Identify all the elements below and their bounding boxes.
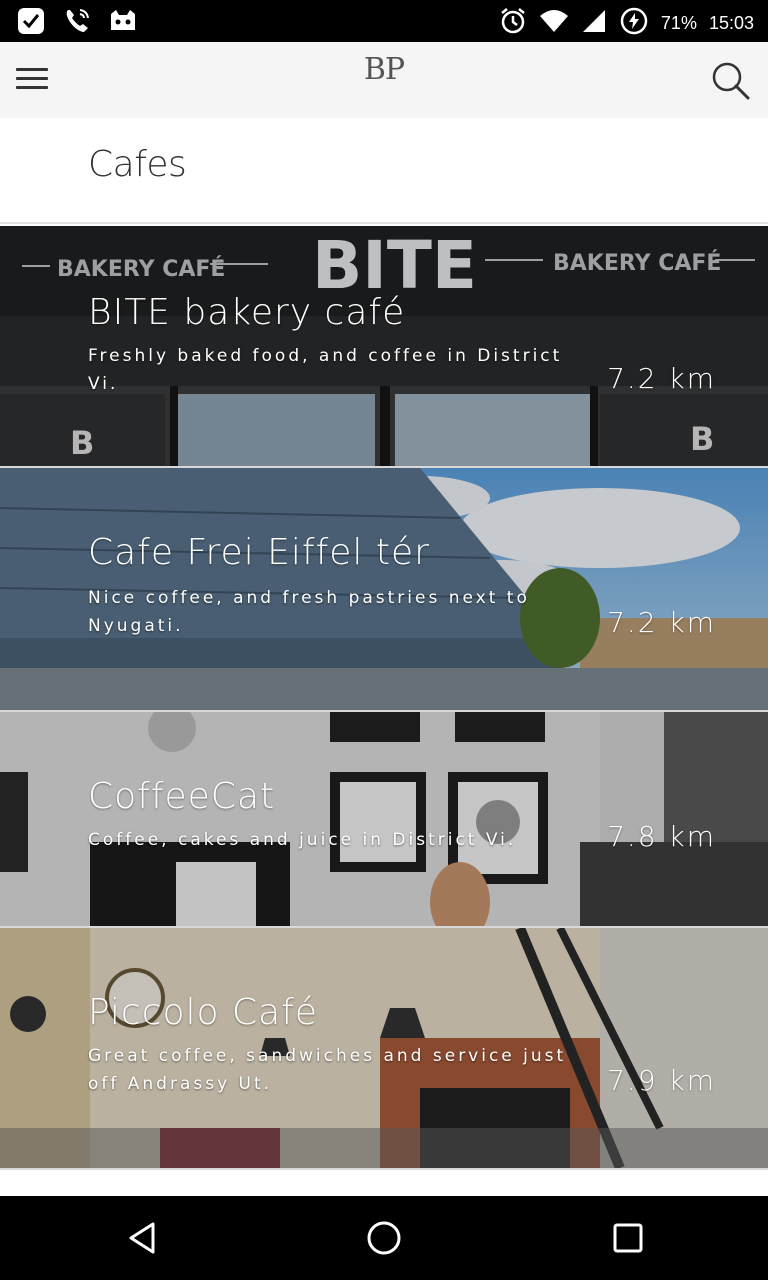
cafe-description: Great coffee, sandwiches and service jus… — [88, 1046, 567, 1094]
cafe-description: Coffee, cakes and juice in District Vi. — [88, 830, 517, 850]
cafe-distance: 7.2 km — [607, 362, 716, 395]
cafe-name: Piccolo Café — [88, 992, 319, 1033]
alarm-icon — [499, 6, 527, 40]
cat-icon — [108, 6, 138, 40]
cafe-distance: 7.2 km — [607, 606, 716, 639]
app-logo: BP — [363, 52, 405, 87]
cafe-name: BITE bakery café — [88, 292, 406, 333]
battery-charging-icon — [619, 6, 649, 40]
divider — [0, 222, 768, 224]
status-bar: 71% 15:03 — [0, 0, 768, 42]
cafe-distance: 7.9 km — [607, 1064, 716, 1097]
cafe-description: Freshly baked food, and coffee in Distri… — [88, 346, 563, 394]
checkbox-icon — [16, 6, 46, 40]
clock: 15:03 — [708, 13, 754, 33]
home-icon[interactable] — [364, 1218, 404, 1258]
app-bar: BP — [0, 42, 768, 118]
navigation-bar — [0, 1196, 768, 1280]
signal-icon — [581, 6, 607, 40]
battery-percentage: 71% — [660, 13, 697, 33]
cafe-item-frei[interactable]: Cafe Frei Eiffel tér Nice coffee, and fr… — [0, 468, 768, 712]
wifi-icon — [539, 6, 569, 40]
cafe-name: CoffeeCat — [88, 776, 276, 817]
cafe-item-coffeecat[interactable]: CoffeeCat Coffee, cakes and juice in Dis… — [0, 712, 768, 928]
phone-icon — [62, 6, 92, 40]
cafe-item-bite[interactable]: BAKERY CAFÉ BAKERY CAFÉ BITE B B BITE ba… — [0, 226, 768, 468]
cafe-distance: 7.8 km — [607, 820, 716, 853]
cafe-item-piccolo[interactable]: Piccolo Café Great coffee, sandwiches an… — [0, 928, 768, 1170]
recents-icon[interactable] — [608, 1218, 648, 1258]
page-title: Cafes — [88, 144, 187, 185]
search-icon[interactable] — [710, 60, 752, 102]
cafe-description: Nice coffee, and fresh pastries next to … — [88, 588, 530, 636]
cafe-name: Cafe Frei Eiffel tér — [88, 532, 430, 573]
back-icon[interactable] — [122, 1218, 162, 1258]
